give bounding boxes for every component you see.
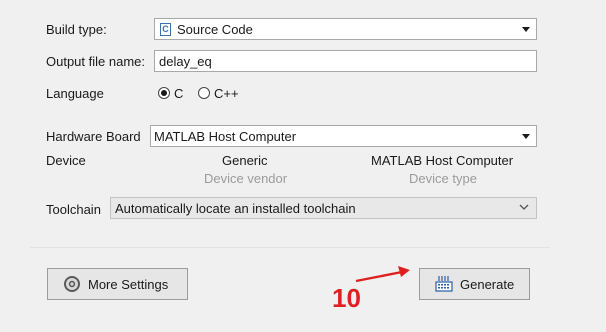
generate-code-icon — [435, 276, 453, 292]
device-type-caption: Device type — [409, 171, 477, 186]
output-file-input[interactable]: delay_eq — [154, 50, 537, 72]
hardware-board-label: Hardware Board — [46, 129, 141, 144]
generate-button[interactable]: Generate — [419, 268, 530, 300]
radio-c-label: C — [174, 86, 184, 101]
build-type-dropdown[interactable]: C Source Code — [154, 18, 537, 40]
chevron-down-icon — [522, 134, 530, 139]
radio-c[interactable] — [158, 87, 170, 99]
chevron-down-icon — [519, 204, 529, 210]
hardware-board-value: MATLAB Host Computer — [154, 128, 297, 144]
section-divider — [30, 247, 550, 248]
output-file-value: delay_eq — [159, 54, 212, 69]
annotation-step-number: 10 — [332, 283, 361, 313]
toolchain-label: Toolchain — [46, 202, 101, 217]
device-vendor-caption: Device vendor — [204, 171, 288, 186]
generate-label: Generate — [460, 276, 515, 292]
device-type-value: MATLAB Host Computer — [371, 153, 514, 168]
toolchain-dropdown[interactable]: Automatically locate an installed toolch… — [110, 197, 537, 219]
toolchain-value: Automatically locate an installed toolch… — [115, 200, 356, 216]
more-settings-label: More Settings — [88, 276, 169, 292]
build-type-value: Source Code — [177, 21, 253, 37]
device-label: Device — [46, 153, 86, 168]
c-file-icon: C — [160, 22, 171, 36]
language-label: Language — [46, 86, 104, 101]
output-file-label: Output file name: — [46, 54, 145, 69]
build-type-label: Build type: — [46, 22, 107, 37]
hardware-board-dropdown[interactable]: MATLAB Host Computer — [150, 125, 537, 147]
device-vendor-value: Generic — [222, 153, 268, 168]
radio-cpp-label: C++ — [214, 86, 239, 101]
gear-icon — [64, 276, 80, 292]
radio-cpp[interactable] — [198, 87, 210, 99]
chevron-down-icon — [522, 27, 530, 32]
more-settings-button[interactable]: More Settings — [47, 268, 188, 300]
